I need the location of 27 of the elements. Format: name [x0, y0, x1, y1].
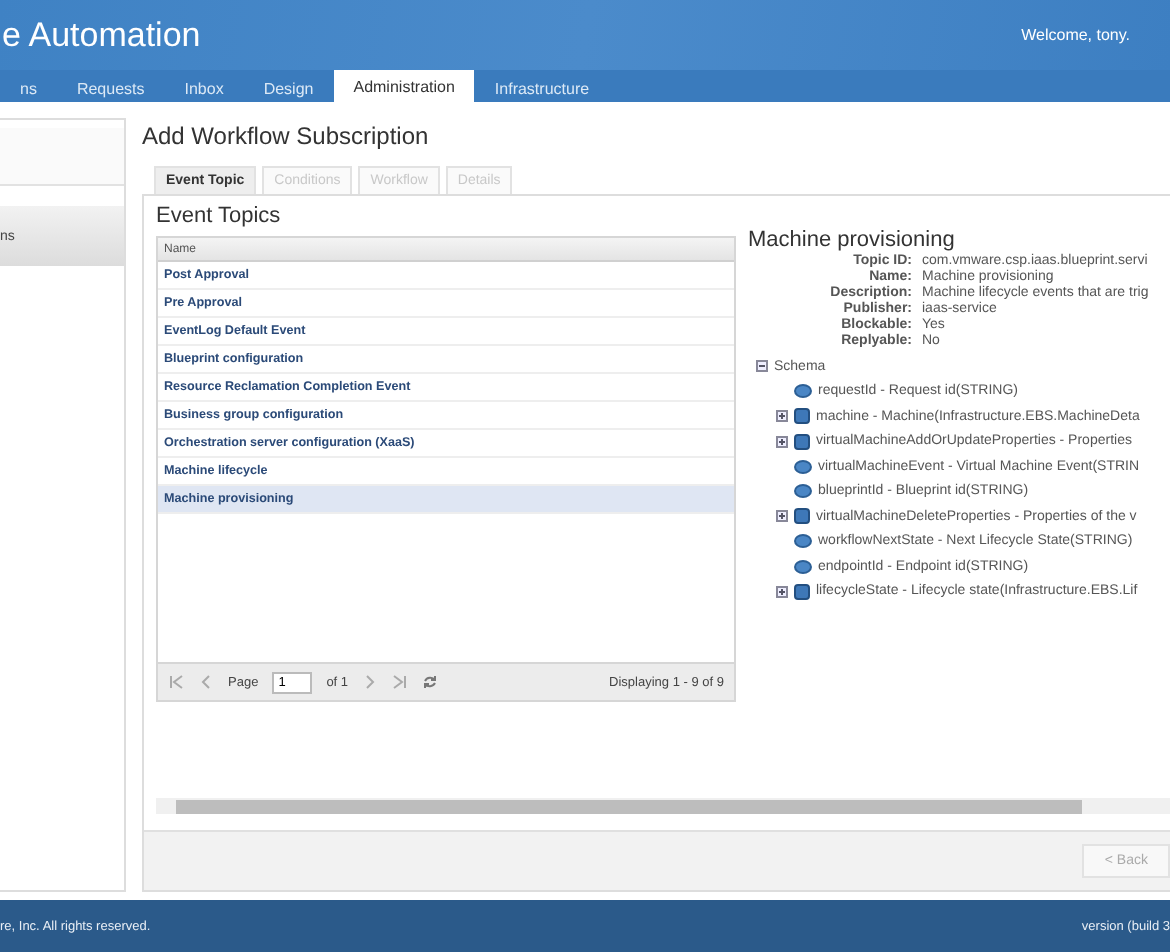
sidebar-item[interactable] [0, 128, 124, 186]
nav-tab[interactable]: ns [0, 74, 57, 102]
object-icon [794, 508, 810, 525]
nav-tab[interactable]: Administration [333, 70, 475, 102]
nav-tab[interactable]: Inbox [164, 74, 244, 102]
expand-icon[interactable] [776, 410, 788, 423]
field-icon [794, 384, 812, 399]
object-icon [794, 583, 810, 600]
scrollbar-thumb[interactable] [176, 799, 1082, 813]
nav-tab[interactable]: Requests [56, 74, 165, 102]
collapse-icon[interactable] [756, 360, 768, 373]
last-page-icon[interactable] [392, 674, 409, 690]
nav-tab[interactable]: Design [243, 74, 334, 102]
refresh-icon[interactable] [422, 674, 439, 690]
nav-tab[interactable]: Infrastructure [474, 74, 610, 102]
expand-icon[interactable] [776, 435, 788, 448]
next-page-icon[interactable] [362, 674, 379, 690]
expand-icon[interactable] [776, 510, 788, 523]
detail-title: Machine provisioning [748, 228, 957, 252]
section-title: Event Topics [156, 204, 283, 228]
page-title: Add Workflow Subscription [142, 122, 431, 150]
app-title: e Automation [2, 15, 201, 55]
expand-icon[interactable] [776, 585, 788, 598]
welcome-text: Welcome, tony. [1021, 26, 1130, 44]
first-page-icon[interactable] [168, 674, 184, 690]
previous-page-icon[interactable] [198, 674, 214, 690]
horizontal-scrollbar[interactable] [156, 798, 1170, 814]
